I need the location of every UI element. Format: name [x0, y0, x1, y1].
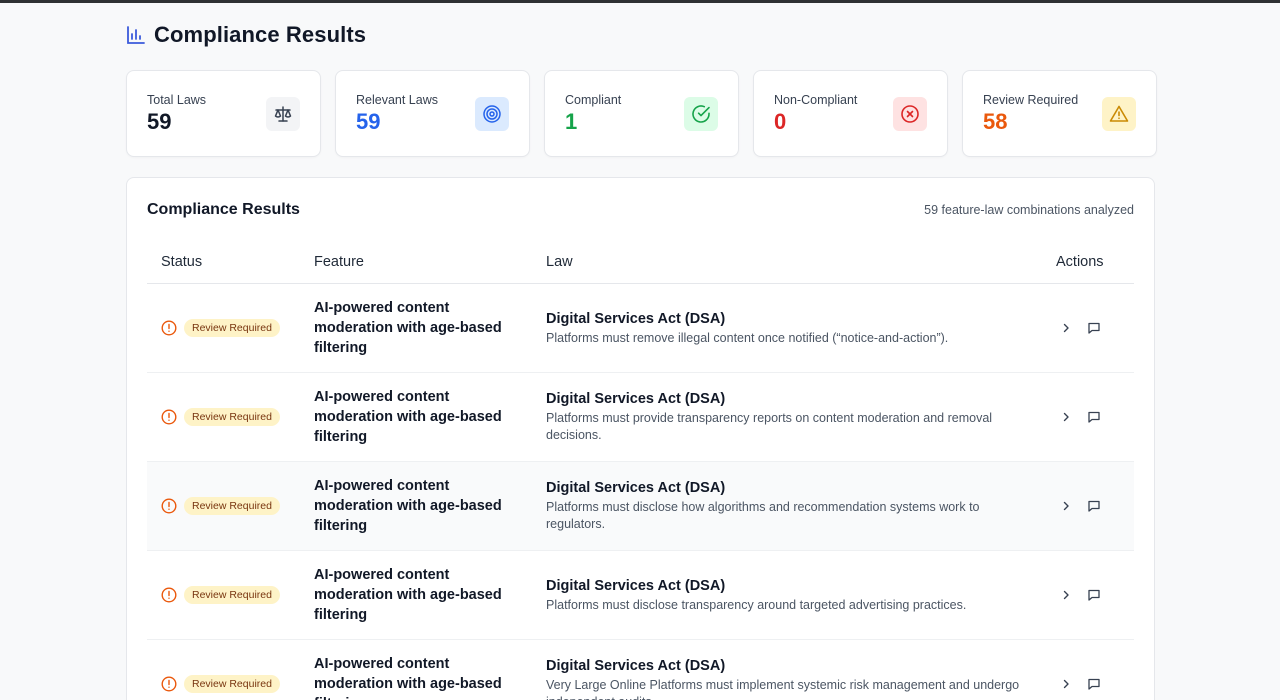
- page-title: Compliance Results: [154, 22, 367, 47]
- law-name: Digital Services Act (DSA): [546, 391, 726, 407]
- chevron-right-icon[interactable]: [1059, 410, 1073, 424]
- table-row[interactable]: Review Required AI-powered content moder…: [147, 551, 1134, 640]
- law-name: Digital Services Act (DSA): [546, 658, 726, 674]
- chevron-right-icon[interactable]: [1059, 588, 1073, 602]
- feature-cell: AI-powered content moderation with age-b…: [314, 567, 502, 623]
- table-row[interactable]: Review Required AI-powered content moder…: [147, 462, 1134, 551]
- target-icon: [475, 97, 509, 131]
- stat-value: 59: [147, 109, 172, 134]
- status-cell: Review Required: [161, 462, 280, 550]
- combinations-count: 59 feature-law combinations analyzed: [924, 203, 1134, 217]
- stat-label: Non-Compliant: [774, 93, 858, 107]
- law-cell: Digital Services Act (DSA) Platforms mus…: [546, 551, 1031, 639]
- column-header-feature: Feature: [314, 254, 364, 270]
- law-name: Digital Services Act (DSA): [546, 310, 726, 327]
- actions-cell: [1059, 373, 1101, 461]
- alert-circle-icon: [161, 587, 177, 603]
- stats-row: Total Laws 59 Relevant Laws 59 Compliant…: [126, 70, 1157, 157]
- status-cell: Review Required: [161, 284, 280, 372]
- stat-label: Compliant: [565, 93, 622, 107]
- law-cell: Digital Services Act (DSA) Platforms mus…: [546, 373, 1031, 461]
- column-header-law: Law: [546, 254, 573, 270]
- status-cell: Review Required: [161, 373, 280, 461]
- status-cell: Review Required: [161, 640, 280, 700]
- feature-cell: AI-powered content moderation with age-b…: [314, 300, 502, 356]
- stat-label: Total Laws: [147, 93, 207, 107]
- law-description: Platforms must disclose how algorithms a…: [546, 500, 980, 531]
- table-row[interactable]: Review Required AI-powered content moder…: [147, 640, 1134, 700]
- law-name: Digital Services Act (DSA): [546, 480, 726, 496]
- feature-cell: AI-powered content moderation with age-b…: [314, 478, 502, 534]
- stat-card-compliant: Compliant 1: [544, 70, 739, 157]
- results-table: Status Feature Law Actions Review Requir…: [147, 241, 1134, 700]
- table-row[interactable]: Review Required AI-powered content moder…: [147, 373, 1134, 462]
- stat-card-relevant-laws: Relevant Laws 59: [335, 70, 530, 157]
- feature-cell: AI-powered content moderation with age-b…: [314, 389, 502, 445]
- stat-value: 59: [356, 109, 381, 134]
- status-badge: Review Required: [184, 586, 280, 604]
- status-cell: Review Required: [161, 551, 280, 639]
- panel-title: Compliance Results: [147, 201, 300, 218]
- stat-value: 1: [565, 109, 578, 134]
- law-description: Platforms must remove illegal content on…: [546, 330, 949, 345]
- column-header-status: Status: [161, 254, 203, 270]
- comment-icon[interactable]: [1087, 410, 1101, 424]
- law-cell: Digital Services Act (DSA) Very Large On…: [546, 640, 1031, 700]
- stat-label: Relevant Laws: [356, 93, 438, 107]
- status-badge: Review Required: [184, 497, 280, 515]
- comment-icon[interactable]: [1087, 499, 1101, 513]
- stat-card-review-required: Review Required 58: [962, 70, 1157, 157]
- table-row[interactable]: Review Required AI-powered content moder…: [147, 284, 1134, 373]
- comment-icon[interactable]: [1087, 677, 1101, 691]
- page-header: Compliance Results: [126, 22, 366, 48]
- alert-circle-icon: [161, 498, 177, 514]
- stat-value: 58: [983, 109, 1008, 134]
- actions-cell: [1059, 462, 1101, 550]
- feature-cell: AI-powered content moderation with age-b…: [314, 656, 502, 700]
- law-description: Platforms must provide transparency repo…: [546, 411, 993, 442]
- status-badge: Review Required: [184, 408, 280, 426]
- column-header-actions: Actions: [1056, 254, 1104, 270]
- warning-icon: [1102, 97, 1136, 131]
- status-badge: Review Required: [184, 319, 280, 337]
- top-bar: [0, 0, 1280, 3]
- alert-circle-icon: [161, 320, 177, 336]
- law-name: Digital Services Act (DSA): [546, 577, 726, 594]
- law-cell: Digital Services Act (DSA) Platforms mus…: [546, 462, 1031, 550]
- alert-circle-icon: [161, 409, 177, 425]
- stat-value: 0: [774, 109, 787, 134]
- chevron-right-icon[interactable]: [1059, 499, 1073, 513]
- law-cell: Digital Services Act (DSA) Platforms mus…: [546, 284, 1031, 372]
- comment-icon[interactable]: [1087, 321, 1101, 335]
- comment-icon[interactable]: [1087, 588, 1101, 602]
- scale-icon: [266, 97, 300, 131]
- chevron-right-icon[interactable]: [1059, 321, 1073, 335]
- law-description: Very Large Online Platforms must impleme…: [546, 678, 1020, 700]
- stat-card-non-compliant: Non-Compliant 0: [753, 70, 948, 157]
- results-panel: Compliance Results 59 feature-law combin…: [126, 177, 1155, 700]
- check-circle-icon: [684, 97, 718, 131]
- actions-cell: [1059, 284, 1101, 372]
- status-badge: Review Required: [184, 675, 280, 693]
- law-description: Platforms must disclose transparency aro…: [546, 597, 967, 612]
- alert-circle-icon: [161, 676, 177, 692]
- bar-chart-icon: [126, 25, 146, 45]
- x-circle-icon: [893, 97, 927, 131]
- table-header: Status Feature Law Actions: [147, 241, 1134, 284]
- stat-label: Review Required: [983, 93, 1079, 107]
- chevron-right-icon[interactable]: [1059, 677, 1073, 691]
- stat-card-total-laws: Total Laws 59: [126, 70, 321, 157]
- actions-cell: [1059, 640, 1101, 700]
- actions-cell: [1059, 551, 1101, 639]
